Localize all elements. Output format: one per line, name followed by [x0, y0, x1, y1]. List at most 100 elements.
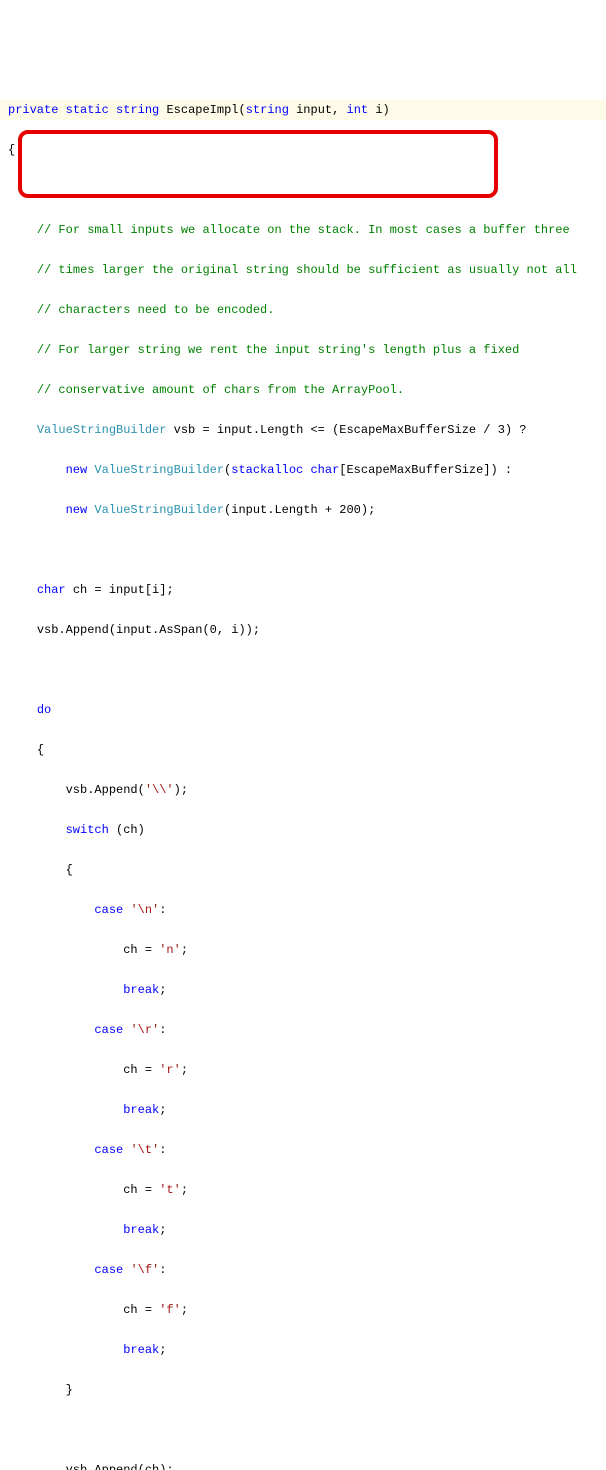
code-block: private static string EscapeImpl(string … — [0, 80, 606, 1470]
blank-line — [0, 540, 606, 560]
keyword-static: static — [66, 103, 109, 117]
string-literal: '\r' — [130, 1023, 159, 1037]
expr: vsb.Append(ch); — [66, 1463, 174, 1470]
expr: , i)); — [217, 623, 260, 637]
comment-text: // times larger the original string shou… — [37, 263, 577, 277]
string-literal: '\n' — [130, 903, 159, 917]
vsb-decl-line1: ValueStringBuilder vsb = input.Length <=… — [0, 420, 606, 440]
expr: (ch) — [109, 823, 145, 837]
brace-open: { — [0, 740, 606, 760]
keyword-new: new — [66, 463, 88, 477]
break-line: break; — [0, 1340, 606, 1360]
expr-tail: ); — [361, 503, 375, 517]
comment-line: // For larger string we rent the input s… — [0, 340, 606, 360]
method-name: EscapeImpl — [166, 103, 238, 117]
string-literal: 'n' — [159, 943, 181, 957]
string-literal: 't' — [159, 1183, 181, 1197]
semi: ; — [181, 943, 188, 957]
expr-tail: ) ? — [505, 423, 527, 437]
semi: ; — [159, 983, 166, 997]
keyword-new: new — [66, 503, 88, 517]
literal-200: 200 — [339, 503, 361, 517]
param2-type: int — [347, 103, 369, 117]
switch-line: switch (ch) — [0, 820, 606, 840]
brace: } — [66, 1383, 73, 1397]
semi: ; — [181, 1303, 188, 1317]
expr: ch = — [123, 1303, 159, 1317]
expr: ch = input[i]; — [66, 583, 174, 597]
keyword-break: break — [123, 1103, 159, 1117]
keyword-char: char — [310, 463, 339, 477]
keyword-case: case — [94, 903, 123, 917]
blank-line — [0, 1420, 606, 1440]
comment-text: // For larger string we rent the input s… — [37, 343, 519, 357]
keyword-do: do — [37, 703, 51, 717]
expr-tail: [EscapeMaxBufferSize]) : — [339, 463, 512, 477]
comment-line: // times larger the original string shou… — [0, 260, 606, 280]
vsb-decl-line3: new ValueStringBuilder(input.Length + 20… — [0, 500, 606, 520]
vsb-decl-line2: new ValueStringBuilder(stackalloc char[E… — [0, 460, 606, 480]
case-t: case '\t': — [0, 1140, 606, 1160]
break-line: break; — [0, 1100, 606, 1120]
literal-0: 0 — [210, 623, 217, 637]
keyword-break: break — [123, 983, 159, 997]
case-n: case '\n': — [0, 900, 606, 920]
literal-3: 3 — [498, 423, 505, 437]
case-r: case '\r': — [0, 1020, 606, 1040]
keyword-char: char — [37, 583, 66, 597]
keyword-case: case — [94, 1023, 123, 1037]
append-ch: vsb.Append(ch); — [0, 1460, 606, 1470]
do-line: do — [0, 700, 606, 720]
expr: ch = — [123, 1183, 159, 1197]
semi: ; — [159, 1223, 166, 1237]
string-literal: 'r' — [159, 1063, 181, 1077]
brace: { — [66, 863, 73, 877]
comment-text: // characters need to be encoded. — [37, 303, 275, 317]
param1-name: input — [296, 103, 332, 117]
expr: ch = — [123, 943, 159, 957]
case-n-body: ch = 'n'; — [0, 940, 606, 960]
keyword-string: string — [116, 103, 159, 117]
param1-type: string — [246, 103, 289, 117]
comment-text: // conservative amount of chars from the… — [37, 383, 404, 397]
case-f: case '\f': — [0, 1260, 606, 1280]
blank-line — [0, 660, 606, 680]
comment-text: // For small inputs we allocate on the s… — [37, 223, 570, 237]
keyword-case: case — [94, 1143, 123, 1157]
semi: ; — [159, 1343, 166, 1357]
expr: vsb.Append( — [66, 783, 145, 797]
type-vsb: ValueStringBuilder — [94, 463, 224, 477]
case-r-body: ch = 'r'; — [0, 1060, 606, 1080]
semi: ; — [181, 1063, 188, 1077]
keyword-break: break — [123, 1223, 159, 1237]
comment-line: // characters need to be encoded. — [0, 300, 606, 320]
keyword-case: case — [94, 1263, 123, 1277]
string-literal: '\f' — [130, 1263, 159, 1277]
blank-line — [0, 180, 606, 200]
brace-close: } — [0, 1380, 606, 1400]
semi: ; — [181, 1183, 188, 1197]
var-vsb: vsb — [174, 423, 196, 437]
type-vsb: ValueStringBuilder — [94, 503, 224, 517]
keyword-private: private — [8, 103, 58, 117]
expr: ); — [174, 783, 188, 797]
method-signature: private static string EscapeImpl(string … — [0, 100, 606, 120]
string-literal: 'f' — [159, 1303, 181, 1317]
append-bslash: vsb.Append('\\'); — [0, 780, 606, 800]
case-f-body: ch = 'f'; — [0, 1300, 606, 1320]
expr: ch = — [123, 1063, 159, 1077]
break-line: break; — [0, 980, 606, 1000]
param2-name: i — [375, 103, 382, 117]
type-vsb: ValueStringBuilder — [37, 423, 167, 437]
expr: (input.Length + — [224, 503, 339, 517]
append-span: vsb.Append(input.AsSpan(0, i)); — [0, 620, 606, 640]
string-literal: '\t' — [130, 1143, 159, 1157]
keyword-stackalloc: stackalloc — [231, 463, 303, 477]
expr: = input.Length <= (EscapeMaxBufferSize / — [195, 423, 497, 437]
keyword-break: break — [123, 1343, 159, 1357]
break-line: break; — [0, 1220, 606, 1240]
case-t-body: ch = 't'; — [0, 1180, 606, 1200]
ch-decl: char ch = input[i]; — [0, 580, 606, 600]
comment-line: // For small inputs we allocate on the s… — [0, 220, 606, 240]
expr: vsb.Append(input.AsSpan( — [37, 623, 210, 637]
